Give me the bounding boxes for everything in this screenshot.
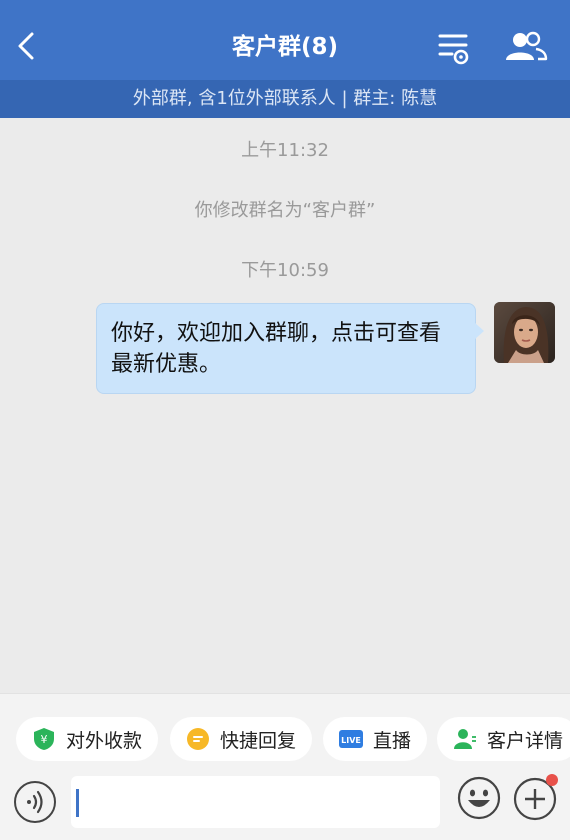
quick-reply-icon [187,728,209,750]
chevron-left-icon [18,32,34,60]
chip-label: 快捷回复 [220,729,297,752]
chip-label: 对外收款 [66,729,143,752]
payment-shield-icon: ¥ [34,728,54,750]
quick-action-reply[interactable]: 快捷回复 [170,717,313,761]
list-settings-icon [438,34,469,65]
back-button[interactable] [10,26,42,66]
top-bar: 客户群(8) [0,0,570,80]
chat-area[interactable]: 上午11:32 你修改群名为“客户群” 下午10:59 你好，欢迎加入群聊，点击… [0,118,570,693]
voice-icon [27,790,43,814]
live-icon: LIVE [339,730,363,748]
avatar[interactable] [494,302,555,363]
chip-label: 客户详情 [487,729,564,752]
people-icon [506,31,548,61]
user-photo [494,302,555,363]
notification-dot [546,774,558,786]
svg-text:¥: ¥ [41,733,48,746]
message-input[interactable] [71,776,440,828]
text-cursor [76,789,79,817]
svg-text:LIVE: LIVE [341,736,361,745]
group-settings-button[interactable] [434,28,474,68]
members-button[interactable] [503,28,549,68]
voice-button[interactable] [14,781,56,823]
quick-action-payment[interactable]: ¥ 对外收款 [16,717,159,761]
bubble-tail [474,322,484,340]
group-info-bar: 外部群, 含1位外部联系人 | 群主: 陈慧 [0,80,570,118]
customer-detail-icon [454,729,476,749]
timestamp: 下午10:59 [241,260,329,281]
system-message: 你修改群名为“客户群” [194,200,376,221]
input-panel: ¥ 对外收款 快捷回复 LIVE 直播 客户详情 [0,693,570,840]
timestamp: 上午11:32 [241,140,329,161]
message-bubble[interactable]: 你好，欢迎加入群聊，点击可查看最新优惠。 [96,303,476,394]
emoji-icon [457,776,501,820]
quick-action-customer[interactable]: 客户详情 [437,717,570,761]
quick-action-live[interactable]: LIVE 直播 [323,717,428,761]
emoji-button[interactable] [457,776,501,820]
page-title: 客户群(8) [231,34,339,60]
chip-label: 直播 [373,729,412,752]
